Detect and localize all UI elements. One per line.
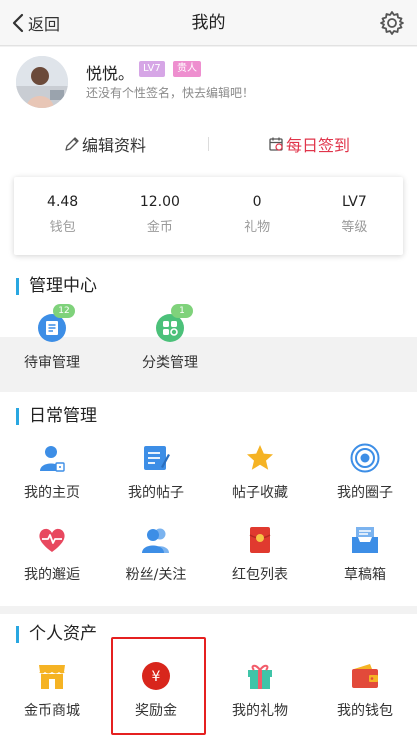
grid-item-label: 我的钱包 [337, 703, 393, 719]
grid-item-pending-review[interactable]: 12 待审管理 [0, 304, 104, 372]
stat-label: 礼物 [244, 220, 271, 235]
grid-item-label: 金币商城 [24, 703, 80, 719]
section-title-management: 管理中心 [16, 278, 97, 295]
pencil-icon [65, 137, 79, 151]
grid-item-label: 分类管理 [142, 355, 198, 371]
daily-panel: 日常管理 我的主页 我的帖子 帖子收藏 我的圈子 我的邂逅 粉丝/关注 红包列表… [0, 392, 417, 606]
grid-item-label: 奖励金 [135, 703, 177, 719]
grid-item-my-posts[interactable]: 我的帖子 [104, 443, 208, 502]
avatar-photo [16, 56, 68, 108]
stat-value: 12.00 [139, 194, 180, 210]
reward-yen-icon: ¥ [142, 662, 170, 690]
stat-label: 钱包 [49, 220, 76, 235]
grid-item-coin-shop[interactable]: 金币商城 [0, 661, 104, 720]
fans-icon [142, 528, 169, 553]
drafts-tray-icon [352, 527, 378, 553]
daily-sign-button[interactable]: 每日签到 [268, 127, 350, 161]
grid-item-label: 待审管理 [24, 355, 80, 371]
grid-item-reward[interactable]: ¥ 奖励金 [104, 661, 208, 720]
grid-item-label: 我的礼物 [232, 703, 288, 719]
pending-count-badge: 12 [53, 304, 75, 318]
star-icon [247, 445, 273, 470]
grid-item-my-circle[interactable]: 我的圈子 [313, 443, 417, 502]
yen-glyph: ¥ [152, 669, 161, 685]
grid-item-my-gifts[interactable]: 我的礼物 [208, 661, 312, 720]
calendar-icon [269, 137, 283, 151]
grid-item-label: 红包列表 [232, 567, 288, 583]
red-packet-icon [249, 527, 271, 553]
profile-panel: 悦悦。 LV7 贵人 还没有个性签名，快去编辑吧！ 编辑资料 每日签到 4.48… [0, 47, 417, 371]
grid-item-label: 我的主页 [24, 485, 80, 501]
page-title: 我的 [191, 13, 226, 33]
stat-coins[interactable]: 12.00 金币 [111, 177, 208, 255]
settings-button[interactable] [379, 10, 405, 36]
grid-item-category[interactable]: 1 分类管理 [118, 304, 222, 372]
back-label: 返回 [28, 15, 61, 34]
grid-item-label: 草稿箱 [344, 567, 386, 583]
grid-item-favorites[interactable]: 帖子收藏 [208, 443, 312, 502]
vip-badge: 贵人 [173, 61, 201, 77]
chevron-left-icon [12, 13, 24, 33]
stats-card: 4.48 钱包 12.00 金币 0 礼物 LV7 等级 [14, 177, 403, 255]
grid-item-drafts[interactable]: 草稿箱 [313, 525, 417, 584]
stat-value: 4.48 [47, 194, 79, 210]
user-name: 悦悦。 [86, 64, 135, 83]
gear-icon [380, 11, 404, 35]
stat-wallet[interactable]: 4.48 钱包 [14, 177, 111, 255]
section-title-assets: 个人资产 [16, 626, 97, 643]
assets-panel: 个人资产 金币商城 ¥ 奖励金 我的礼物 我的钱包 [0, 614, 417, 749]
stat-value: LV7 [342, 194, 367, 210]
signature-text[interactable]: 还没有个性签名，快去编辑吧！ [86, 84, 254, 101]
post-edit-icon [144, 446, 170, 470]
shop-icon [39, 665, 65, 689]
daily-sign-label: 每日签到 [286, 136, 351, 155]
grid-item-encounter[interactable]: 我的邂逅 [0, 525, 104, 584]
grid-item-red-packets[interactable]: 红包列表 [208, 525, 312, 584]
edit-profile-button[interactable]: 编辑资料 [64, 127, 146, 161]
avatar[interactable] [16, 56, 68, 108]
back-button[interactable]: 返回 [12, 10, 60, 36]
circle-target-icon [350, 443, 380, 473]
stat-label: 等级 [341, 220, 368, 235]
level-badge: LV7 [139, 61, 165, 77]
category-count-badge: 1 [171, 304, 193, 318]
user-home-icon [40, 446, 65, 472]
section-title-daily: 日常管理 [16, 408, 97, 425]
wallet-icon [352, 664, 378, 688]
grid-item-label: 我的帖子 [128, 485, 184, 501]
grid-item-my-home[interactable]: 我的主页 [0, 443, 104, 502]
gift-icon [248, 664, 272, 689]
grid-item-label: 我的圈子 [337, 485, 393, 501]
stat-level[interactable]: LV7 等级 [306, 177, 403, 255]
grid-item-label: 粉丝/关注 [125, 567, 187, 583]
grid-item-my-wallet[interactable]: 我的钱包 [313, 661, 417, 720]
grid-item-fans[interactable]: 粉丝/关注 [104, 525, 208, 584]
stat-value: 0 [252, 194, 262, 210]
grid-item-label: 我的邂逅 [24, 567, 80, 583]
edit-profile-label: 编辑资料 [82, 136, 147, 155]
action-divider [208, 137, 209, 151]
nav-bar: 返回 我的 [0, 0, 417, 46]
heart-pulse-icon [39, 528, 65, 552]
stat-gifts[interactable]: 0 礼物 [209, 177, 306, 255]
grid-item-label: 帖子收藏 [232, 485, 288, 501]
stat-label: 金币 [146, 220, 173, 235]
